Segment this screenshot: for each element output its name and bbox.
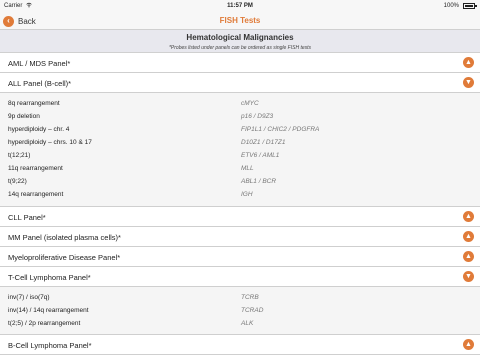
probe-gene: p16 / D9Z3 — [241, 113, 274, 120]
detail-row: t(9;22) ABL1 / BCR — [0, 175, 480, 188]
panel-label: B-Cell Lymphoma Panel* — [8, 341, 92, 350]
probe-gene: ALK — [241, 320, 254, 327]
detail-row: 14q rearrangement IGH — [0, 188, 480, 201]
chevron-down-icon[interactable]: ▼ — [463, 77, 474, 88]
detail-row: 8q rearrangement cMYC — [0, 97, 480, 110]
probe-name: t(2;5) / 2p rearrangement — [8, 320, 81, 327]
panel-b-cell-lymphoma[interactable]: B-Cell Lymphoma Panel* ▲ — [0, 335, 480, 355]
detail-row: hyperdiploidy – chrs. 10 & 17 D10Z1 / D1… — [0, 136, 480, 149]
probe-gene: TCRB — [241, 294, 259, 301]
panel-aml-mds[interactable]: AML / MDS Panel* ▲ — [0, 53, 480, 73]
t-cell-panel-details: inv(7) / iso(7q) TCRB inv(14) / 14q rear… — [0, 287, 480, 335]
all-panel-details: 8q rearrangement cMYC 9p deletion p16 / … — [0, 93, 480, 207]
panel-label: T-Cell Lymphoma Panel* — [8, 273, 91, 282]
probe-name: hyperdiploidy – chr. 4 — [8, 126, 70, 133]
probe-gene: ETV6 / AML1 — [241, 152, 280, 159]
detail-row: inv(14) / 14q rearrangement TCRAD — [0, 304, 480, 317]
panel-mm[interactable]: MM Panel (isolated plasma cells)* ▲ — [0, 227, 480, 247]
probe-gene: cMYC — [241, 100, 259, 107]
probe-name: 11q rearrangement — [8, 165, 63, 172]
section-title: Hematological Malignancies — [186, 33, 294, 42]
clock: 11:57 PM — [227, 3, 253, 9]
battery-percent: 100% — [443, 3, 459, 9]
probe-gene: TCRAD — [241, 307, 264, 314]
panel-label: MM Panel (isolated plasma cells)* — [8, 233, 121, 242]
chevron-up-icon[interactable]: ▲ — [463, 57, 474, 68]
detail-row: t(12;21) ETV6 / AML1 — [0, 149, 480, 162]
detail-row: 9p deletion p16 / D9Z3 — [0, 110, 480, 123]
probe-gene: MLL — [241, 165, 254, 172]
chevron-down-icon[interactable]: ▼ — [463, 271, 474, 282]
probe-name: t(9;22) — [8, 178, 27, 185]
probe-name: 9p deletion — [8, 113, 40, 120]
panel-label: AML / MDS Panel* — [8, 59, 71, 68]
probe-gene: D10Z1 / D17Z1 — [241, 139, 286, 146]
probe-name: inv(14) / 14q rearrangement — [8, 307, 89, 314]
panel-t-cell-lymphoma[interactable]: T-Cell Lymphoma Panel* ▼ — [0, 267, 480, 287]
panel-cll[interactable]: CLL Panel* ▲ — [0, 207, 480, 227]
detail-row: inv(7) / iso(7q) TCRB — [0, 291, 480, 304]
chevron-up-icon[interactable]: ▲ — [463, 339, 474, 350]
detail-row: t(2;5) / 2p rearrangement ALK — [0, 317, 480, 330]
battery-icon — [463, 3, 475, 9]
probe-name: inv(7) / iso(7q) — [8, 294, 50, 301]
detail-row: hyperdiploidy – chr. 4 FIP1L1 / CHIC2 / … — [0, 123, 480, 136]
status-bar: Carrier 11:57 PM 100% — [0, 0, 480, 12]
section-note: *Probes listed under panels can be order… — [168, 45, 312, 51]
panel-label: ALL Panel (B-cell)* — [8, 79, 72, 88]
panel-all-b-cell[interactable]: ALL Panel (B-cell)* ▼ — [0, 73, 480, 93]
chevron-up-icon[interactable]: ▲ — [463, 251, 474, 262]
probe-name: 8q rearrangement — [8, 100, 60, 107]
probe-name: t(12;21) — [8, 152, 31, 159]
navigation-bar: ‹ Back FISH Tests — [0, 12, 480, 30]
chevron-up-icon[interactable]: ▲ — [463, 231, 474, 242]
detail-row: 11q rearrangement MLL — [0, 162, 480, 175]
chevron-up-icon[interactable]: ▲ — [463, 211, 474, 222]
probe-name: 14q rearrangement — [8, 191, 64, 198]
page-title: FISH Tests — [219, 16, 261, 25]
panel-label: Myeloproliferative Disease Panel* — [8, 253, 121, 262]
section-header: Hematological Malignancies *Probes liste… — [0, 30, 480, 53]
probe-gene: IGH — [241, 191, 253, 198]
panel-label: CLL Panel* — [8, 213, 46, 222]
probe-gene: ABL1 / BCR — [241, 178, 277, 185]
panel-myeloproliferative[interactable]: Myeloproliferative Disease Panel* ▲ — [0, 247, 480, 267]
probe-name: hyperdiploidy – chrs. 10 & 17 — [8, 139, 92, 146]
battery-tip — [475, 5, 477, 7]
probe-gene: FIP1L1 / CHIC2 / PDGFRA — [241, 126, 320, 133]
